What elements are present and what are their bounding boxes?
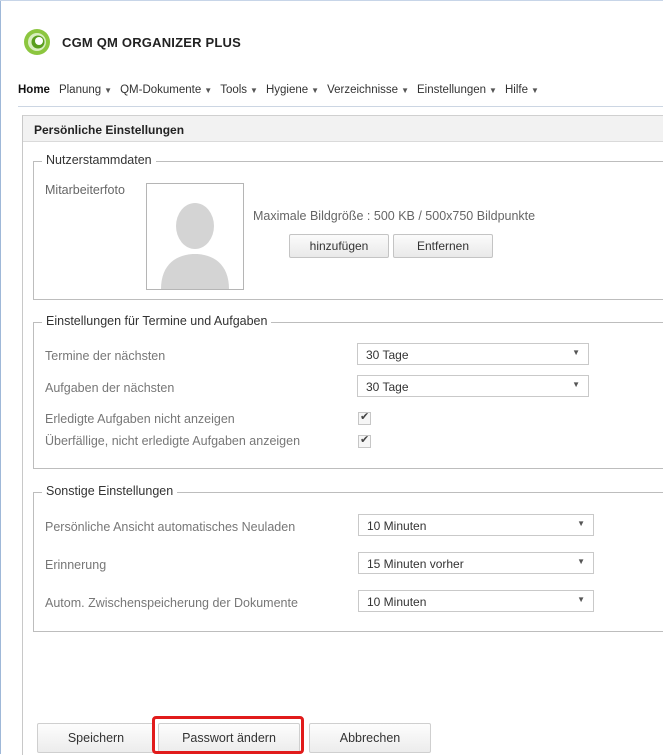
app-logo-icon — [24, 29, 50, 55]
employee-photo-placeholder[interactable] — [146, 183, 244, 290]
tasks-value: 30 Tage — [366, 380, 409, 394]
reload-select[interactable]: 10 Minuten ▼ — [358, 514, 594, 536]
appointments-value: 30 Tage — [366, 348, 409, 362]
caret-down-icon: ▼ — [311, 85, 320, 95]
chevron-down-icon: ▼ — [572, 380, 580, 389]
chevron-down-icon: ▼ — [572, 348, 580, 357]
nav-item-einstellungen[interactable]: Einstellungen ▼ — [417, 84, 497, 96]
reload-value: 10 Minuten — [367, 519, 427, 533]
hide-done-label: Erledigte Aufgaben nicht anzeigen — [45, 412, 235, 426]
panel-title: Persönliche Einstellungen — [34, 123, 185, 137]
caret-down-icon: ▼ — [530, 85, 539, 95]
nav-item-qm-dokumente[interactable]: QM-Dokumente ▼ — [120, 84, 212, 96]
appointments-select[interactable]: 30 Tage ▼ — [357, 343, 589, 365]
checkmark-icon: ✔ — [360, 434, 370, 446]
nav-item-hygiene[interactable]: Hygiene ▼ — [266, 84, 319, 96]
nav-item-home[interactable]: Home — [18, 84, 50, 96]
panel-header: Persönliche Einstellungen — [23, 116, 663, 142]
caret-down-icon: ▼ — [250, 85, 258, 95]
other-settings-legend: Sonstige Einstellungen — [42, 484, 178, 498]
tasks-legend: Einstellungen für Termine und Aufgaben — [42, 314, 272, 328]
caret-down-icon: ▼ — [204, 85, 213, 95]
autosave-select[interactable]: 10 Minuten ▼ — [358, 590, 594, 612]
remove-photo-button[interactable]: Entfernen — [393, 234, 493, 258]
photo-label: Mitarbeiterfoto — [45, 183, 125, 197]
reload-label: Persönliche Ansicht automatisches Neulad… — [45, 520, 296, 534]
add-photo-button[interactable]: hinzufügen — [289, 234, 389, 258]
chevron-down-icon: ▼ — [577, 519, 585, 528]
chevron-down-icon: ▼ — [577, 595, 585, 604]
app-title: CGM QM ORGANIZER PLUS — [62, 35, 241, 50]
user-data-fieldset: Nutzerstammdaten — [33, 153, 663, 300]
show-overdue-label: Überfällige, nicht erledigte Aufgaben an… — [45, 434, 301, 448]
cancel-button[interactable]: Abbrechen — [309, 723, 431, 753]
hide-done-checkbox[interactable]: ✔ — [358, 411, 371, 425]
nav-divider — [18, 106, 663, 107]
autosave-label: Autom. Zwischenspeicherung der Dokumente — [45, 596, 298, 610]
tasks-label: Aufgaben der nächsten — [45, 381, 175, 395]
tasks-select[interactable]: 30 Tage ▼ — [357, 375, 589, 397]
change-password-highlight-box — [152, 716, 304, 754]
nav-item-planung[interactable]: Planung ▼ — [59, 84, 112, 96]
window-border-top — [0, 0, 663, 1]
main-nav: Home Planung ▼ QM-Dokumente ▼ Tools ▼ Hygie… — [18, 82, 547, 98]
image-size-hint: Maximale Bildgröße : 500 KB / 500x750 Bi… — [253, 209, 536, 223]
reminder-label: Erinnerung — [45, 558, 107, 572]
caret-down-icon: ▼ — [104, 85, 113, 95]
caret-down-icon: ▼ — [489, 85, 497, 95]
user-data-legend: Nutzerstammdaten — [42, 153, 156, 167]
reminder-select[interactable]: 15 Minuten vorher ▼ — [358, 552, 594, 574]
chevron-down-icon: ▼ — [577, 557, 585, 566]
nav-item-hilfe[interactable]: Hilfe ▼ — [505, 84, 539, 96]
reminder-value: 15 Minuten vorher — [367, 557, 464, 571]
nav-item-verzeichnisse[interactable]: Verzeichnisse ▼ — [327, 84, 409, 96]
window-border-left — [0, 0, 1, 754]
save-button[interactable]: Speichern — [37, 723, 155, 753]
caret-down-icon: ▼ — [401, 85, 409, 95]
checkmark-icon: ✔ — [360, 411, 370, 423]
show-overdue-checkbox[interactable]: ✔ — [358, 434, 371, 448]
avatar-placeholder-icon — [147, 184, 243, 289]
appointments-label: Termine der nächsten — [45, 349, 166, 363]
nav-item-tools[interactable]: Tools ▼ — [220, 84, 258, 96]
autosave-value: 10 Minuten — [367, 595, 427, 609]
